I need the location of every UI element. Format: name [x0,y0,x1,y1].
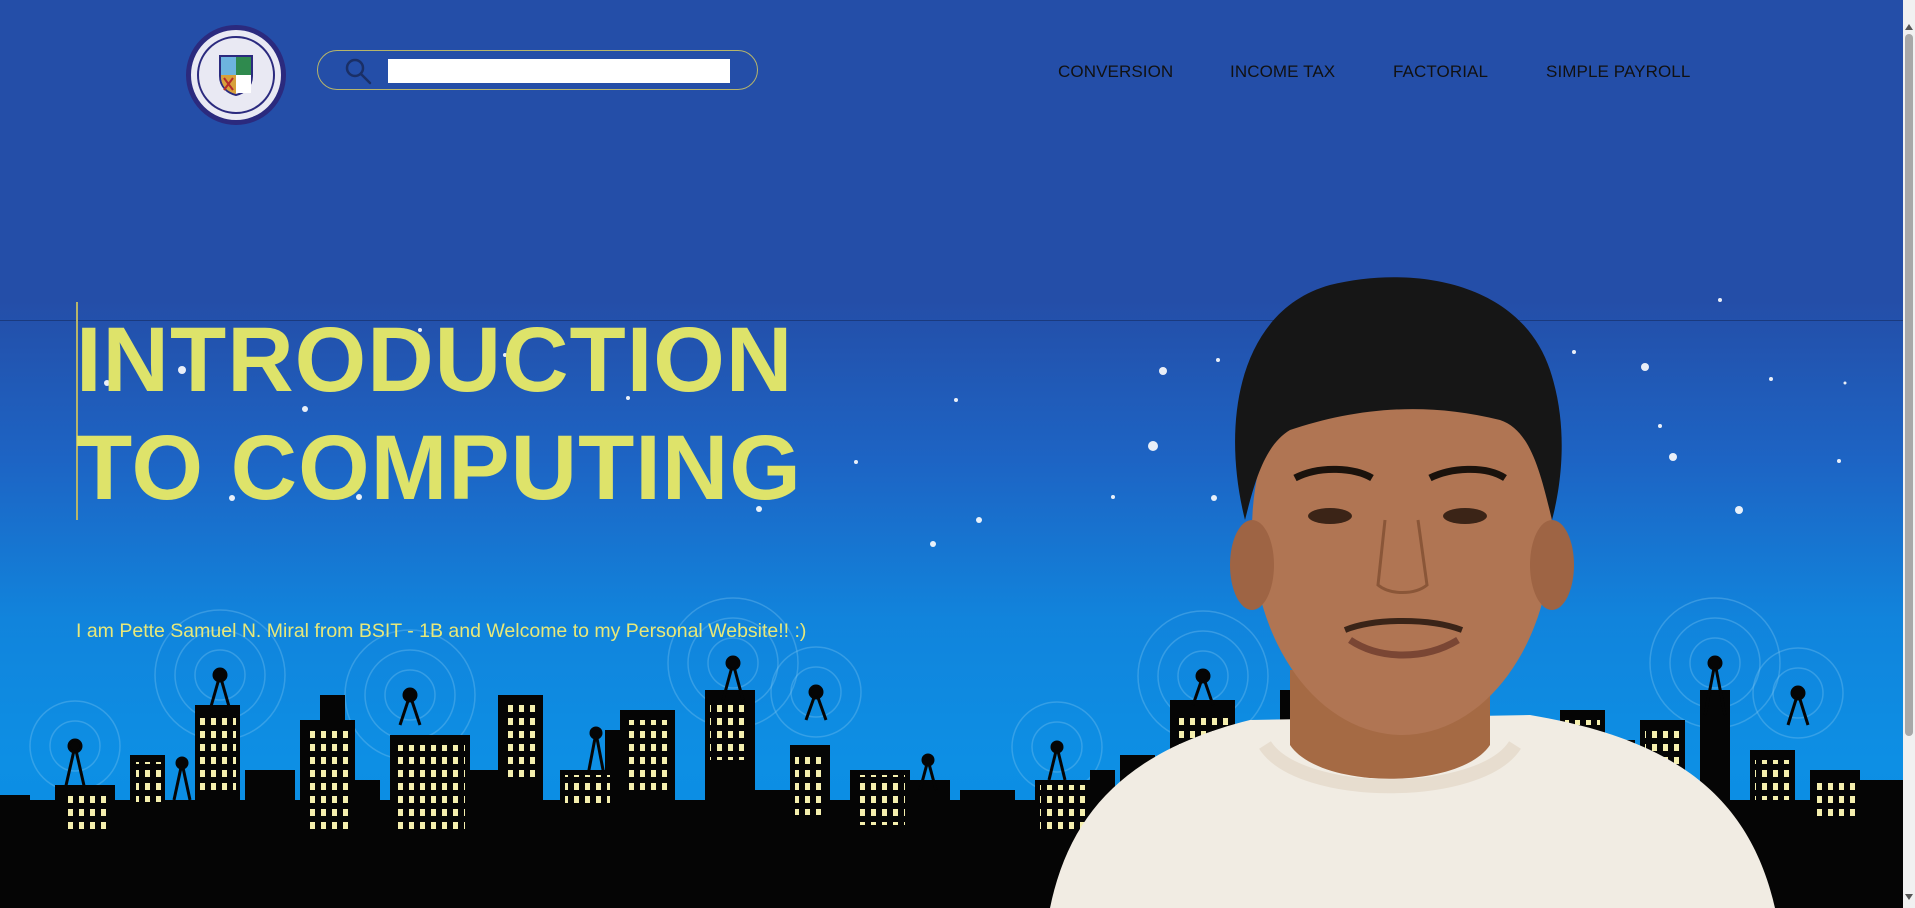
nav-link-simple-payroll[interactable]: SIMPLE PAYROLL [1546,62,1690,82]
scroll-up-arrow-icon[interactable] [1905,24,1913,30]
hero-tagline: I am Pette Samuel N. Miral from BSIT - 1… [76,620,807,642]
nav-link-conversion[interactable]: CONVERSION [1058,62,1173,82]
hero-title: INTRODUCTION TO COMPUTING [76,309,802,519]
scroll-down-arrow-icon[interactable] [1905,894,1913,900]
nav-link-factorial[interactable]: FACTORIAL [1393,62,1488,82]
vertical-scrollbar[interactable] [1903,0,1915,908]
search-input[interactable] [388,59,730,83]
school-seal-logo[interactable] [186,25,286,125]
shield-icon [219,55,253,96]
nav-link-income-tax[interactable]: INCOME TAX [1230,62,1335,82]
search-bar[interactable] [317,50,758,90]
search-icon[interactable] [344,57,372,85]
scrollbar-thumb[interactable] [1905,34,1913,736]
